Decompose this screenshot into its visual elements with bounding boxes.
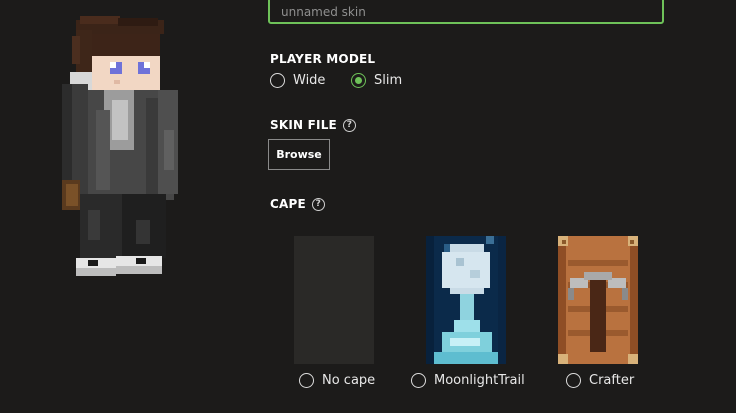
cape-tile-crafter[interactable] (558, 236, 638, 364)
cape-option-crafter-label: Crafter (589, 373, 635, 388)
player-model-heading: PLAYER MODEL (270, 52, 375, 66)
player-model-title: PLAYER MODEL (270, 52, 376, 66)
radio-moonlighttrail[interactable] (411, 373, 426, 388)
skin-preview[interactable] (52, 10, 192, 290)
radio-no-cape[interactable] (299, 373, 314, 388)
skin-file-help-icon[interactable]: ? (342, 118, 356, 132)
crafter-pickaxe-handle (590, 272, 606, 352)
model-option-slim[interactable]: Slim (351, 73, 402, 88)
radio-crafter[interactable] (566, 373, 581, 388)
skin-name-input[interactable] (268, 0, 664, 24)
model-option-wide-label: Wide (293, 73, 326, 88)
cape-help-icon[interactable]: ? (311, 197, 325, 211)
cape-option-moonlighttrail[interactable]: MoonlightTrail (411, 373, 525, 388)
skin-file-title: SKIN FILE (270, 118, 337, 132)
cape-option-moonlighttrail-label: MoonlightTrail (434, 373, 525, 388)
browse-button[interactable]: Browse (268, 139, 330, 170)
model-option-wide[interactable]: Wide (270, 73, 325, 88)
left-leg (80, 194, 122, 258)
cape-tile-no-cape[interactable] (294, 236, 374, 364)
cape-title: CAPE (270, 197, 306, 211)
cape-option-no-cape[interactable]: No cape (299, 373, 375, 388)
model-option-slim-label: Slim (374, 73, 403, 88)
skin-file-heading: SKIN FILE ? (270, 118, 356, 132)
cape-option-crafter[interactable]: Crafter (566, 373, 634, 388)
radio-wide[interactable] (270, 73, 285, 88)
cape-heading: CAPE ? (270, 197, 325, 211)
radio-slim[interactable] (351, 73, 366, 88)
cape-option-no-cape-label: No cape (322, 373, 376, 388)
cape-tile-moonlighttrail[interactable] (426, 236, 506, 364)
